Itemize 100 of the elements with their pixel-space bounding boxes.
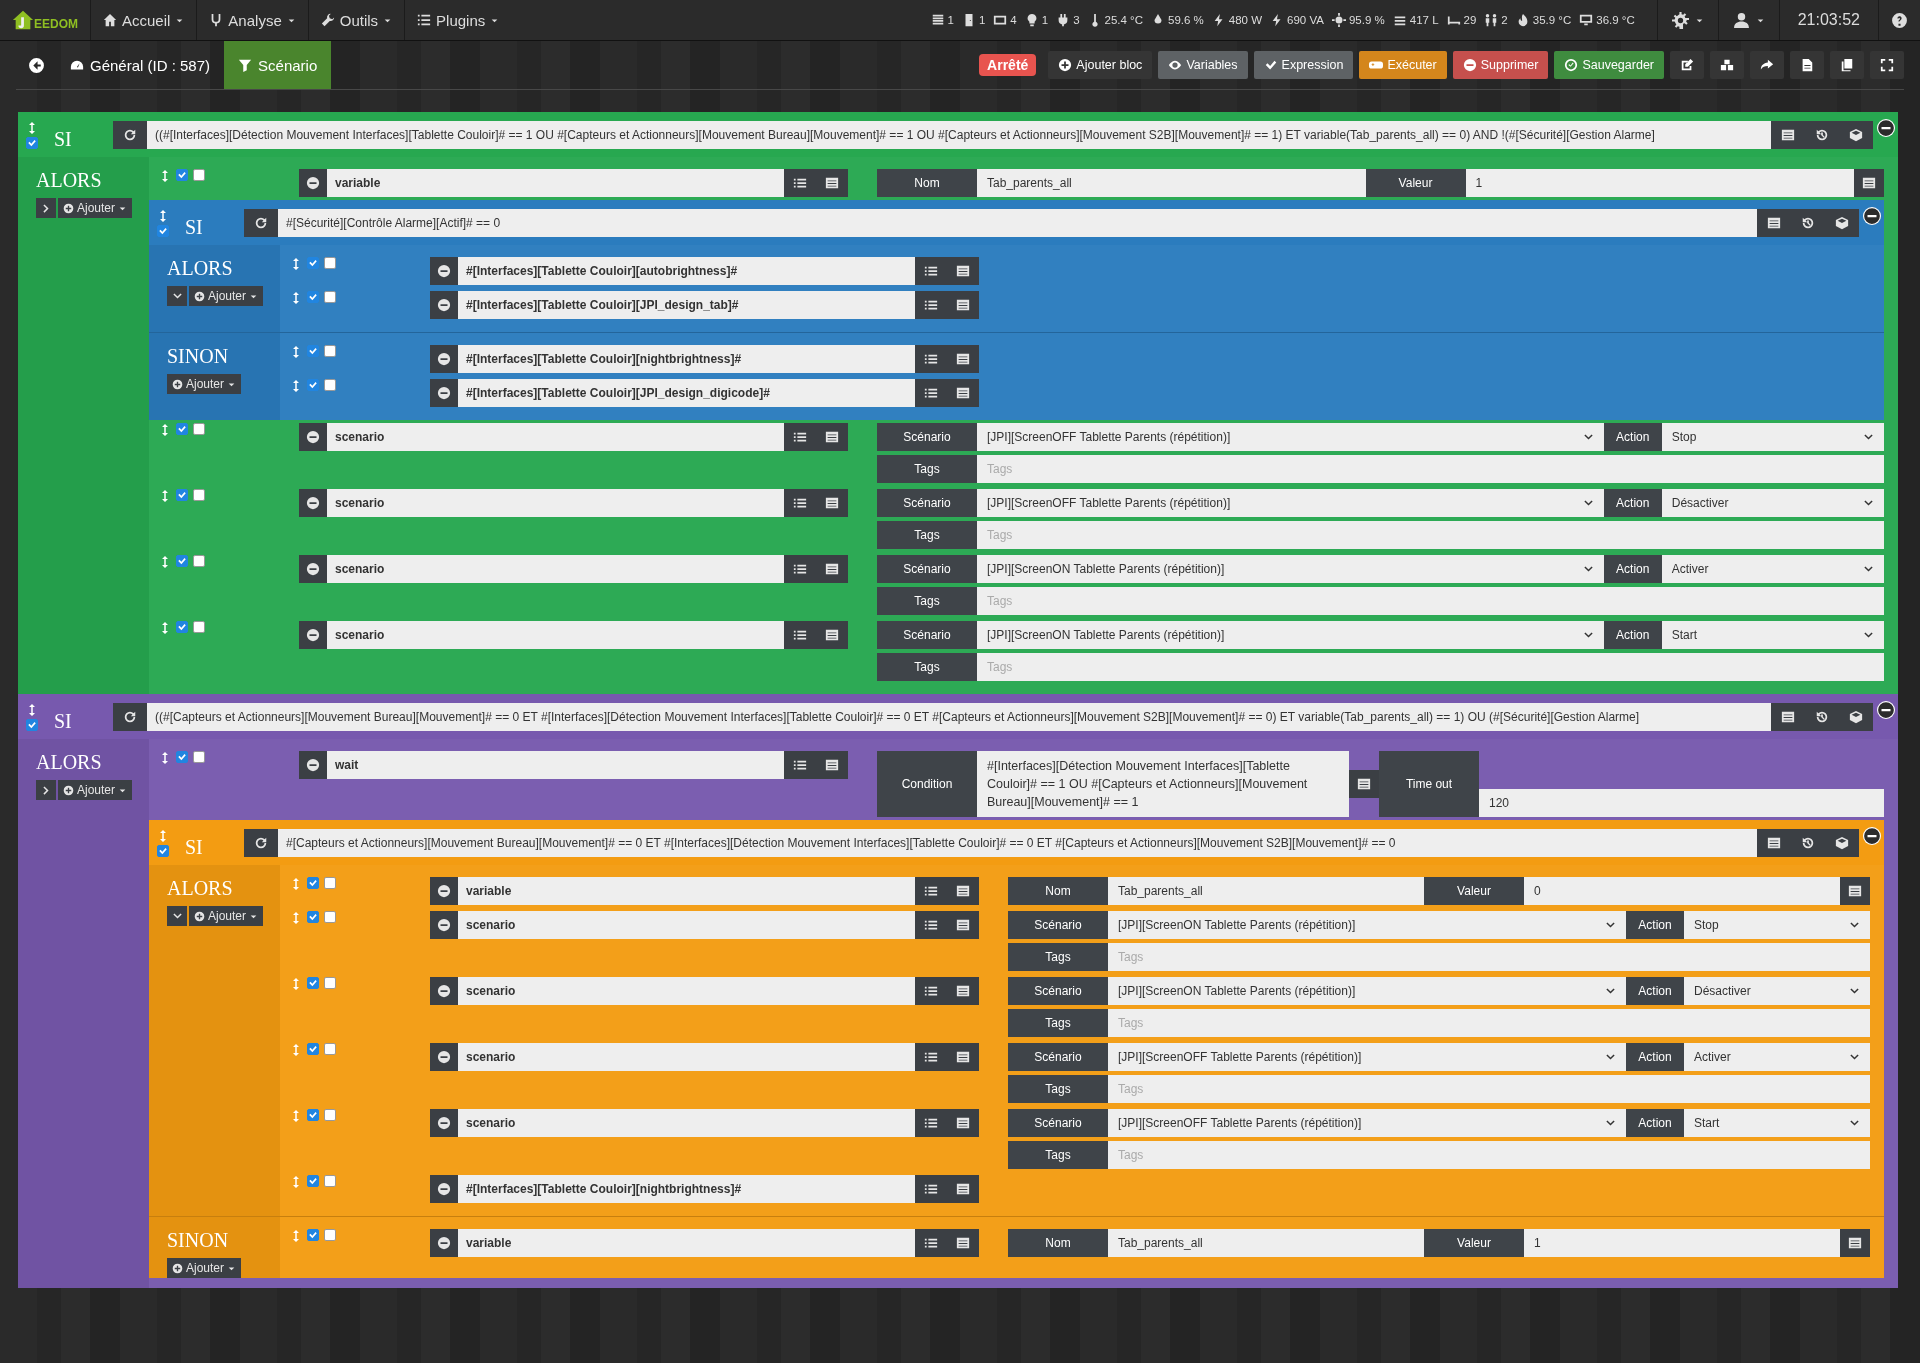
remove-action-button[interactable] bbox=[430, 1043, 458, 1072]
checkbox[interactable] bbox=[307, 1229, 319, 1242]
checkbox[interactable] bbox=[176, 489, 188, 501]
checkbox[interactable] bbox=[176, 555, 188, 567]
checkbox[interactable] bbox=[324, 1109, 336, 1122]
list-button[interactable] bbox=[947, 257, 979, 285]
list-button[interactable] bbox=[947, 291, 979, 319]
checkbox[interactable] bbox=[324, 379, 336, 391]
select-field[interactable]: [JPI][ScreenOFF Tablette Parents (répétition)] bbox=[1108, 1109, 1626, 1138]
toolbar-button[interactable]: Variables bbox=[1158, 51, 1248, 79]
list-button[interactable] bbox=[784, 621, 816, 649]
add-dropdown-button[interactable]: Ajouter bbox=[167, 1258, 242, 1279]
text-field[interactable]: Tags bbox=[1108, 943, 1870, 972]
cube-button[interactable] bbox=[1839, 702, 1873, 731]
remove-block-button[interactable] bbox=[1863, 826, 1881, 845]
list-button[interactable] bbox=[784, 489, 816, 517]
select-field[interactable]: [JPI][ScreenON Tablette Parents (répétition)] bbox=[977, 621, 1604, 649]
checkbox[interactable] bbox=[193, 555, 205, 567]
expression-field[interactable]: #[Interfaces][Tablette Couloir][JPI_design_tab]# bbox=[458, 291, 915, 319]
remove-block-button[interactable] bbox=[1877, 700, 1895, 719]
list-button[interactable] bbox=[947, 977, 979, 1006]
add-dropdown-button[interactable]: Ajouter bbox=[58, 198, 133, 218]
select-field[interactable]: Activer bbox=[1684, 1043, 1870, 1072]
checkbox[interactable] bbox=[324, 1175, 336, 1188]
remove-action-button[interactable] bbox=[299, 489, 327, 517]
checkbox[interactable] bbox=[26, 718, 38, 731]
text-field[interactable]: Tab_parents_all bbox=[1108, 877, 1424, 906]
remove-action-button[interactable] bbox=[299, 169, 327, 197]
list-button[interactable] bbox=[947, 877, 979, 906]
remove-action-button[interactable] bbox=[430, 257, 458, 285]
text-field[interactable]: Tags bbox=[977, 653, 1884, 681]
expression-field[interactable]: wait bbox=[327, 751, 784, 779]
refresh-button[interactable] bbox=[244, 828, 278, 857]
expression-field[interactable]: scenario bbox=[327, 621, 784, 649]
select-field[interactable]: Stop bbox=[1661, 423, 1884, 451]
text-field[interactable]: Tags bbox=[1108, 1009, 1870, 1038]
text-field[interactable]: 120 bbox=[1479, 789, 1884, 818]
expression-field[interactable]: variable bbox=[327, 169, 784, 197]
expression-field[interactable]: variable bbox=[458, 1229, 915, 1258]
nav-menu-item[interactable]: Analyse bbox=[196, 0, 308, 40]
list-button[interactable] bbox=[947, 1109, 979, 1138]
remove-action-button[interactable] bbox=[299, 423, 327, 451]
select-field[interactable]: [JPI][ScreenON Tablette Parents (répétition)] bbox=[1108, 911, 1626, 940]
list-button[interactable] bbox=[915, 291, 947, 319]
select-field[interactable]: Activer bbox=[1661, 555, 1884, 583]
expression-field[interactable]: scenario bbox=[458, 911, 915, 940]
list-button[interactable] bbox=[784, 423, 816, 451]
select-field[interactable]: [JPI][ScreenON Tablette Parents (répétition)] bbox=[977, 555, 1604, 583]
remove-action-button[interactable] bbox=[430, 1229, 458, 1258]
list-button[interactable] bbox=[915, 1175, 947, 1204]
list-button[interactable] bbox=[1757, 208, 1791, 237]
list-button[interactable] bbox=[915, 977, 947, 1006]
condition-field[interactable]: #[Interfaces][Détection Mouvement Interfaces][Tablette Couloir]# == 1 OU #[Capteurs et Actionneurs][Mouvement Bureau][Mouvement]# == 1 bbox=[977, 751, 1349, 818]
checkbox[interactable] bbox=[307, 345, 319, 357]
toolbar-button[interactable]: Sauvegarder bbox=[1554, 51, 1664, 79]
expression-field[interactable]: scenario bbox=[458, 977, 915, 1006]
text-field[interactable]: 1 bbox=[1524, 1229, 1840, 1258]
checkbox[interactable] bbox=[193, 751, 205, 763]
text-field[interactable]: Tags bbox=[977, 587, 1884, 615]
checkbox[interactable] bbox=[193, 621, 205, 633]
list-button[interactable] bbox=[947, 1229, 979, 1258]
list-button[interactable] bbox=[816, 489, 848, 517]
text-field[interactable]: Tags bbox=[977, 455, 1884, 483]
list-button[interactable] bbox=[1757, 828, 1791, 857]
text-field[interactable]: Tags bbox=[1108, 1141, 1870, 1170]
expression-field[interactable]: scenario bbox=[327, 489, 784, 517]
list-button[interactable] bbox=[816, 751, 848, 779]
checkbox[interactable] bbox=[307, 257, 319, 269]
remove-action-button[interactable] bbox=[299, 621, 327, 649]
remove-action-button[interactable] bbox=[430, 977, 458, 1006]
list-button[interactable] bbox=[1349, 770, 1379, 799]
checkbox[interactable] bbox=[307, 291, 319, 303]
remove-action-button[interactable] bbox=[299, 555, 327, 583]
list-button[interactable] bbox=[1771, 702, 1805, 731]
expression-field[interactable]: scenario bbox=[327, 555, 784, 583]
remove-action-button[interactable] bbox=[430, 877, 458, 906]
checkbox[interactable] bbox=[324, 291, 336, 303]
refresh-button[interactable] bbox=[113, 120, 147, 149]
list-button[interactable] bbox=[816, 423, 848, 451]
remove-action-button[interactable] bbox=[430, 291, 458, 319]
remove-action-button[interactable] bbox=[430, 911, 458, 940]
list-button[interactable] bbox=[816, 621, 848, 649]
text-field[interactable]: Tags bbox=[1108, 1075, 1870, 1104]
list-button[interactable] bbox=[784, 169, 816, 197]
checkbox[interactable] bbox=[176, 169, 188, 181]
list-button[interactable] bbox=[1771, 120, 1805, 149]
checkbox[interactable] bbox=[324, 345, 336, 357]
remove-block-button[interactable] bbox=[1877, 118, 1895, 137]
list-button[interactable] bbox=[784, 751, 816, 779]
list-button[interactable] bbox=[816, 169, 848, 197]
checkbox[interactable] bbox=[307, 911, 319, 924]
text-field[interactable]: 1 bbox=[1465, 169, 1854, 197]
text-field[interactable]: Tab_parents_all bbox=[977, 169, 1366, 197]
select-field[interactable]: Désactiver bbox=[1661, 489, 1884, 517]
expression-field[interactable]: scenario bbox=[458, 1109, 915, 1138]
list-button[interactable] bbox=[1840, 877, 1870, 906]
edit-button[interactable] bbox=[1670, 51, 1704, 79]
list-button[interactable] bbox=[915, 911, 947, 940]
checkbox[interactable] bbox=[157, 844, 169, 857]
remove-action-button[interactable] bbox=[430, 379, 458, 407]
